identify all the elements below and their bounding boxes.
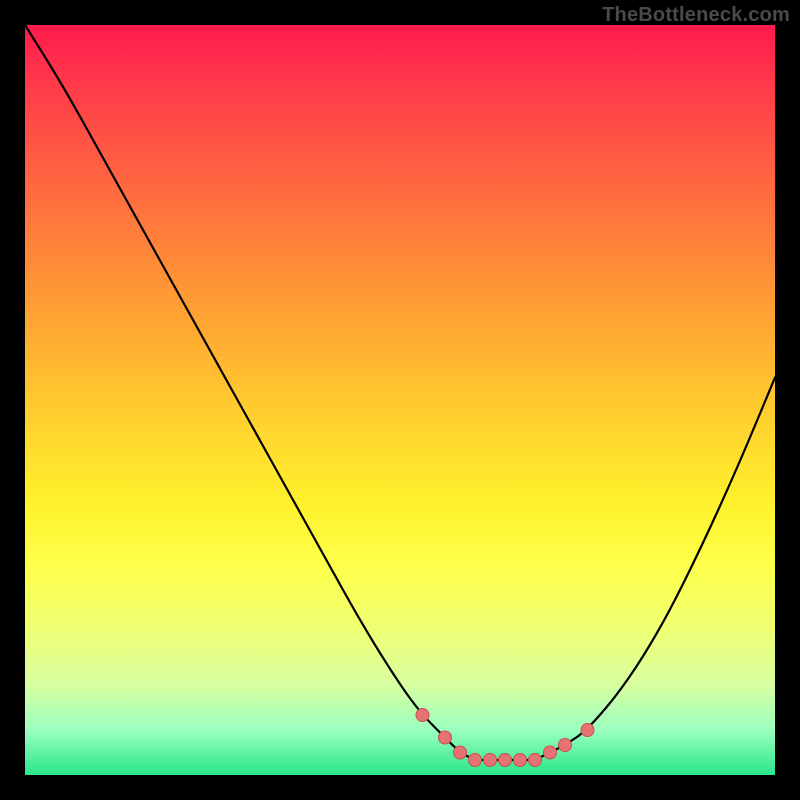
curve-marker xyxy=(439,731,452,744)
chart-svg xyxy=(25,25,775,775)
plot-area xyxy=(25,25,775,775)
curve-marker xyxy=(529,754,542,767)
curve-marker xyxy=(514,754,527,767)
chart-frame: TheBottleneck.com xyxy=(0,0,800,800)
bottleneck-curve xyxy=(25,25,775,760)
marker-group xyxy=(416,709,594,767)
curve-marker xyxy=(484,754,497,767)
watermark-text: TheBottleneck.com xyxy=(602,4,790,27)
curve-marker xyxy=(454,746,467,759)
curve-marker xyxy=(499,754,512,767)
curve-marker xyxy=(469,754,482,767)
curve-marker xyxy=(544,746,557,759)
curve-marker xyxy=(581,724,594,737)
curve-marker xyxy=(416,709,429,722)
curve-marker xyxy=(559,739,572,752)
